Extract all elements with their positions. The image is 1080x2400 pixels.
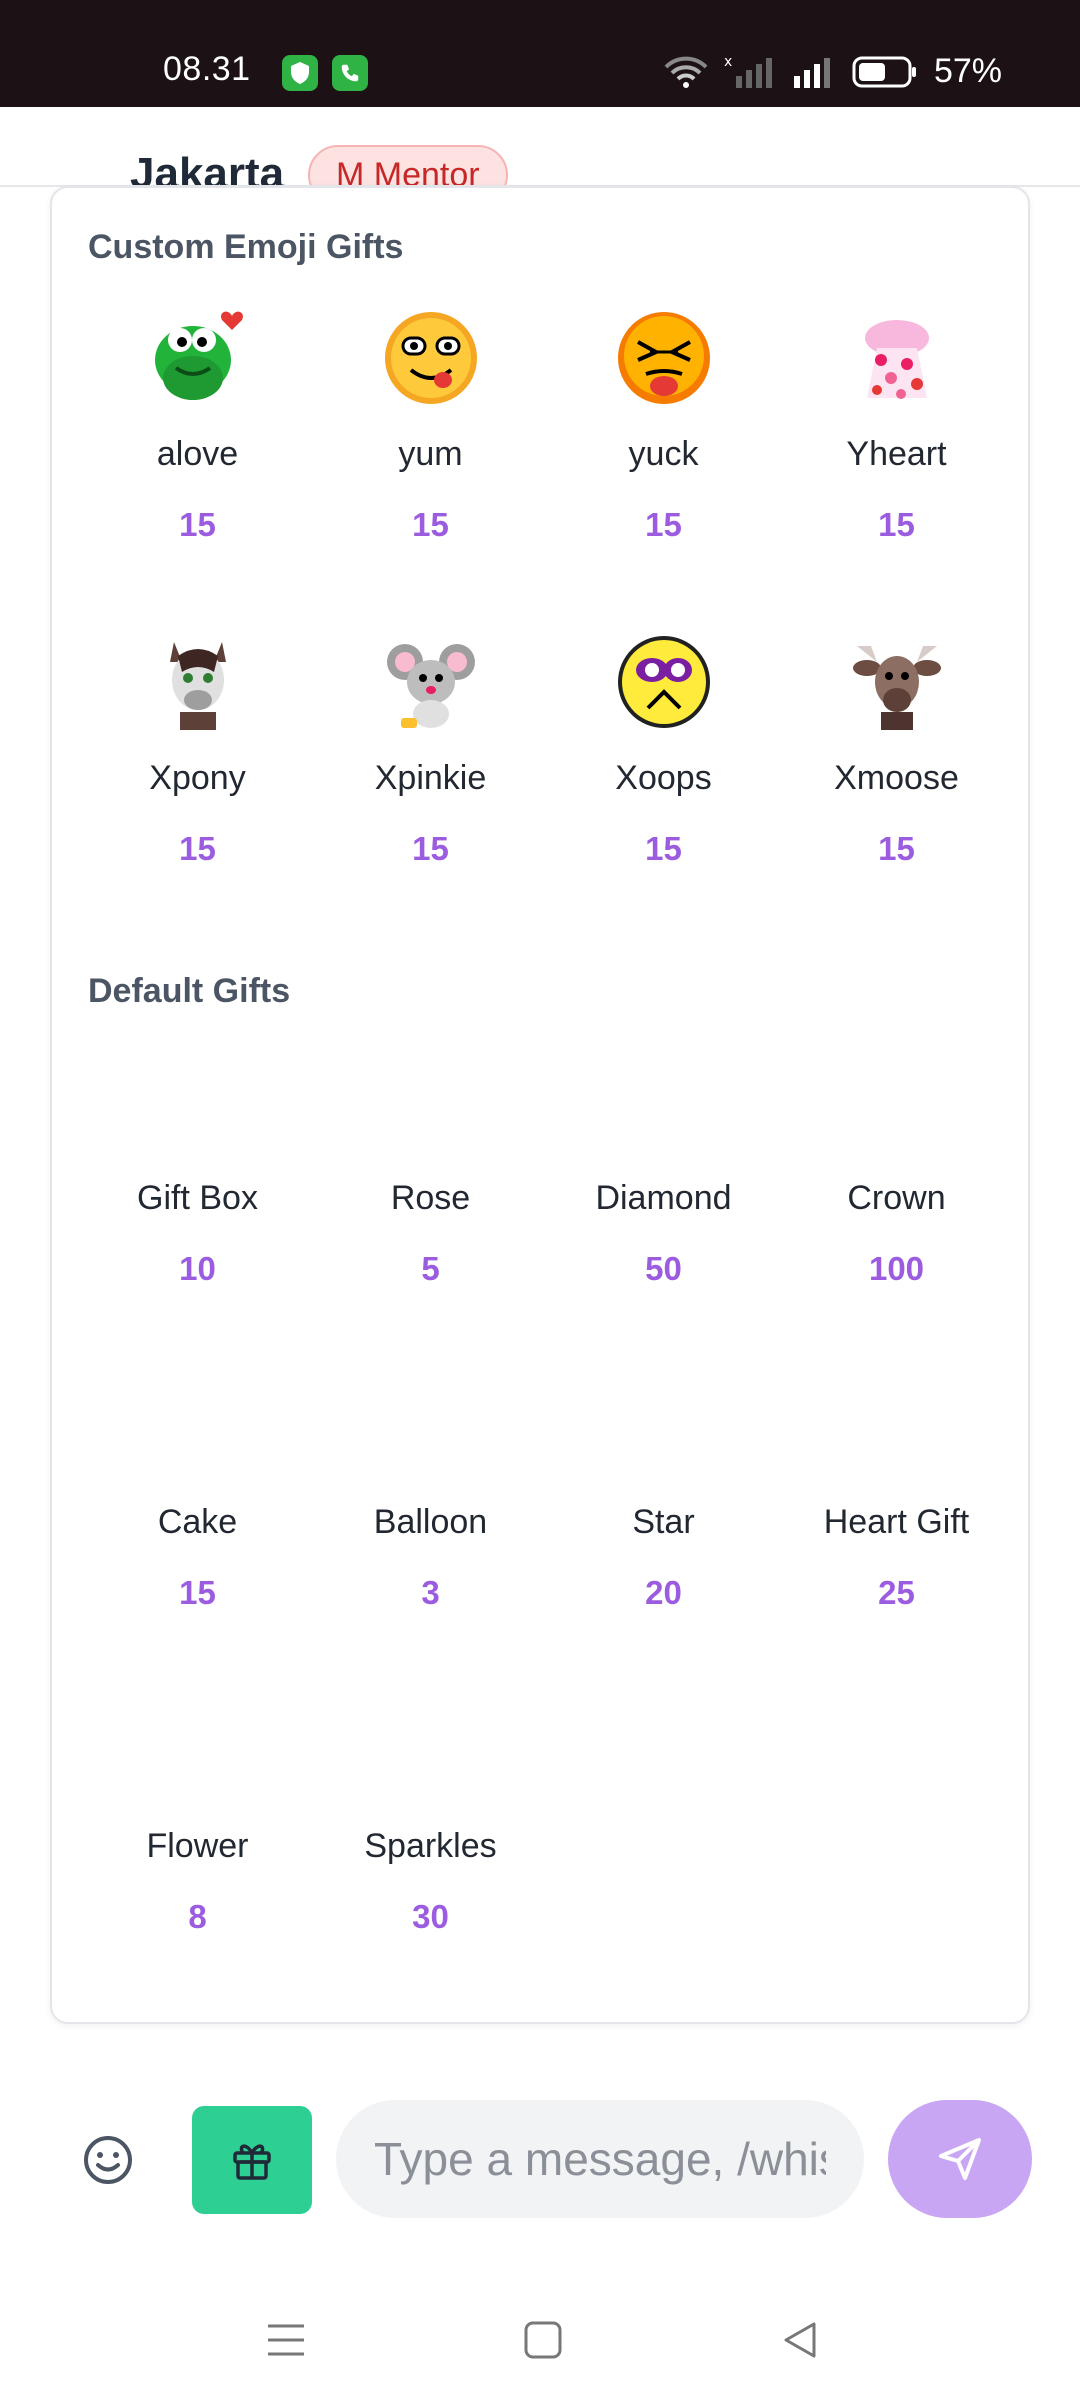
gift-name: Xoops — [615, 759, 712, 797]
default-gifts-title: Default Gifts — [88, 972, 291, 1010]
gift-item-yuck[interactable]: yuck 15 — [547, 288, 780, 612]
green-frog-heart-emoji-icon — [154, 311, 243, 400]
mentor-badge: M Mentor — [308, 145, 508, 185]
gift-price: 15 — [412, 830, 449, 867]
signal-icon — [793, 57, 830, 88]
message-input[interactable] — [336, 2100, 864, 2218]
gift-price: 15 — [645, 506, 682, 543]
phone-icon — [332, 55, 368, 91]
gift-price: 15 — [878, 830, 915, 867]
gift-item-xoops[interactable]: Xoops 15 — [547, 612, 780, 936]
gift-price: 15 — [179, 830, 216, 867]
gift-icon — [233, 2144, 271, 2180]
signal-off-icon: x — [724, 54, 772, 88]
gift-item-crown[interactable]: Crown 100 — [780, 1032, 1013, 1356]
oops-face-emoji-icon — [617, 636, 710, 728]
gift-item-balloon[interactable]: Balloon 3 — [314, 1356, 547, 1680]
svg-text:x: x — [724, 54, 732, 70]
gift-item-flower[interactable]: Flower 8 — [81, 1680, 314, 2004]
yuck-face-emoji-icon — [617, 312, 710, 404]
gift-name: Balloon — [373, 1503, 488, 1541]
gift-price: 15 — [412, 506, 449, 543]
gift-item-xpony[interactable]: Xpony 15 — [81, 612, 314, 936]
gift-price: 25 — [878, 1574, 915, 1611]
moose-emoji-icon — [852, 646, 941, 730]
gift-price: 15 — [878, 506, 915, 543]
send-button[interactable] — [888, 2100, 1032, 2218]
gift-name: Xpinkie — [374, 759, 487, 797]
gift-item-xpinkie[interactable]: Xpinkie 15 — [314, 612, 547, 936]
message-input-bar — [0, 2080, 1080, 2240]
gift-price: 15 — [179, 1574, 216, 1611]
gift-name: Heart Gift — [823, 1503, 970, 1541]
gift-name: Cake — [157, 1503, 238, 1541]
gift-name: Sparkles — [364, 1827, 497, 1865]
back-nav-button[interactable] — [770, 2310, 830, 2370]
chat-header: Jakarta M Mentor — [0, 107, 1080, 187]
smiley-icon[interactable] — [80, 2132, 136, 2188]
gift-price: 10 — [179, 1250, 216, 1287]
gift-price: 15 — [179, 506, 216, 543]
mouse-emoji-icon — [386, 644, 475, 728]
gift-name: Diamond — [595, 1179, 732, 1217]
default-gifts-grid: Gift Box 10 Rose 5 Diamond 50 Crown 100 … — [81, 1032, 1013, 2004]
gift-price: 8 — [188, 1898, 207, 1935]
gift-item-alove[interactable]: alove 15 — [81, 288, 314, 612]
home-square-icon — [524, 2321, 562, 2359]
gift-name: Xmoose — [834, 759, 959, 797]
gift-price: 100 — [868, 1250, 925, 1287]
gift-price: 15 — [645, 830, 682, 867]
gift-item-yum[interactable]: yum 15 — [314, 288, 547, 612]
status-bar: 08.31 x 57% — [0, 0, 1080, 107]
gift-price: 20 — [645, 1574, 682, 1611]
gift-price: 3 — [421, 1574, 440, 1611]
battery-icon — [852, 56, 916, 87]
gift-name: Flower — [146, 1827, 249, 1865]
gift-price: 50 — [645, 1250, 682, 1287]
gift-item-star[interactable]: Star 20 — [547, 1356, 780, 1680]
gift-name: yuck — [628, 435, 699, 473]
gift-name: Crown — [847, 1179, 946, 1217]
gift-name: Star — [632, 1503, 695, 1541]
menu-icon — [268, 2324, 304, 2356]
gift-item-heart-gift[interactable]: Heart Gift 25 — [780, 1356, 1013, 1680]
gift-price: 5 — [421, 1250, 440, 1287]
gift-name: Gift Box — [137, 1179, 258, 1217]
yum-face-emoji-icon — [384, 312, 477, 404]
back-triangle-icon — [784, 2322, 816, 2358]
pony-emoji-icon — [169, 642, 226, 730]
send-icon — [939, 2138, 981, 2180]
gift-item-yheart[interactable]: Yheart 15 — [780, 288, 1013, 612]
gift-price: 30 — [412, 1898, 449, 1935]
battery-percent: 57% — [933, 52, 1002, 90]
custom-gifts-title: Custom Emoji Gifts — [88, 228, 404, 266]
gift-button[interactable] — [192, 2106, 312, 2214]
gift-item-diamond[interactable]: Diamond 50 — [547, 1032, 780, 1356]
gift-name: Yheart — [846, 435, 947, 473]
gift-item-cake[interactable]: Cake 15 — [81, 1356, 314, 1680]
status-time: 08.31 — [163, 50, 251, 88]
custom-gifts-grid: alove 15 yum 15 yuck 15 Yheart 15 Xpony … — [81, 288, 1013, 936]
gift-item-rose[interactable]: Rose 5 — [314, 1032, 547, 1356]
system-nav-bar — [0, 2280, 1080, 2400]
gift-name: alove — [156, 435, 239, 473]
room-name: Jakarta — [130, 149, 285, 187]
wifi-icon — [664, 56, 708, 88]
gift-item-gift-box[interactable]: Gift Box 10 — [81, 1032, 314, 1356]
gift-panel: Custom Emoji Gifts alove 15 yum 15 yuck … — [50, 186, 1030, 2024]
shield-icon — [282, 55, 318, 91]
menu-nav-button[interactable] — [256, 2310, 316, 2370]
gift-name: Xpony — [149, 759, 246, 797]
gift-name: yum — [398, 435, 463, 473]
home-nav-button[interactable] — [513, 2310, 573, 2370]
pink-hearts-emoji-icon — [864, 320, 929, 399]
gift-item-xmoose[interactable]: Xmoose 15 — [780, 612, 1013, 936]
gift-name: Rose — [390, 1179, 471, 1217]
gift-item-sparkles[interactable]: Sparkles 30 — [314, 1680, 547, 2004]
